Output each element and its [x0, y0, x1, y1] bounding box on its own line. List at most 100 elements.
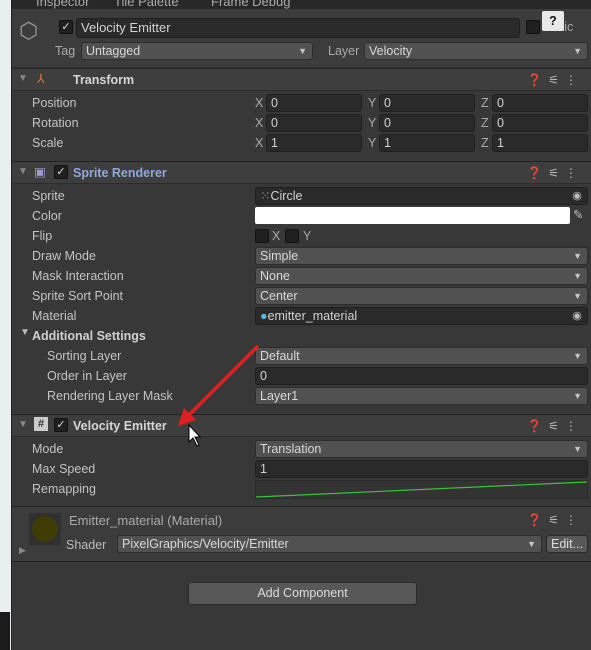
scale-y-input[interactable]: 1 [379, 134, 475, 152]
draw-mode-label: Draw Mode [32, 249, 96, 263]
add-component-button[interactable]: Add Component [188, 582, 417, 605]
shader-dropdown[interactable]: PixelGraphics/Velocity/Emitter ▼ [117, 535, 542, 553]
axis-label: Z [481, 96, 489, 110]
sprite-field[interactable]: ⁙Circle ◉ [255, 187, 588, 205]
scale-x-input[interactable]: 1 [266, 134, 362, 152]
shader-label: Shader [66, 538, 107, 552]
red-arrow-icon [184, 345, 259, 420]
layer-value: Velocity [369, 44, 413, 58]
tab-tile-palette[interactable]: Tile Palette [114, 0, 179, 9]
rotation-y-input[interactable]: 0 [379, 114, 475, 132]
rotation-x-input[interactable]: 0 [266, 114, 362, 132]
scale-z-input[interactable]: 1 [492, 134, 588, 152]
help-tooltip-icon: ? [542, 11, 564, 31]
sorting-layer-value: Default [260, 349, 300, 363]
chevron-down-icon: ▼ [527, 539, 536, 549]
component-menu-icons[interactable]: ❓⚟⋮ [527, 73, 583, 87]
axis-label: X [255, 96, 264, 110]
material-field[interactable]: ●emitter_material ◉ [255, 307, 588, 325]
mask-value: None [260, 269, 290, 283]
object-picker-icon[interactable]: ◉ [568, 308, 586, 324]
chevron-down-icon: ▼ [573, 271, 582, 281]
gameobject-cube-icon[interactable]: ⬡ [19, 18, 38, 44]
mask-interaction-dropdown[interactable]: None ▼ [255, 267, 588, 285]
material-label: Material [32, 309, 77, 323]
row-label: Rotation [32, 116, 79, 130]
additional-settings-foldout[interactable]: Additional Settings [32, 327, 146, 345]
shader-value: PixelGraphics/Velocity/Emitter [122, 537, 289, 551]
material-icon: ● [260, 309, 268, 323]
sprite-value: Circle [270, 189, 303, 203]
order-in-layer-input[interactable]: 0 [255, 367, 588, 385]
sprite-renderer-icon: ▣ [34, 165, 46, 179]
transform-header[interactable]: ▼ ⅄ Transform ❓⚟⋮ [12, 68, 591, 91]
static-checkbox[interactable] [526, 20, 540, 34]
component-menu-icons[interactable]: ❓⚟⋮ [527, 166, 583, 180]
layer-label: Layer [328, 44, 360, 58]
tab-bar: Inspector Tile Palette Frame Debug [12, 0, 591, 9]
rendering-layer-mask-dropdown[interactable]: Layer1 ▼ [255, 387, 588, 405]
mask-interaction-label: Mask Interaction [32, 269, 124, 283]
chevron-down-icon: ▼ [573, 291, 582, 301]
axis-label: Y [368, 96, 377, 110]
sorting-layer-dropdown[interactable]: Default ▼ [255, 347, 588, 365]
position-z-input[interactable]: 0 [492, 94, 588, 112]
active-checkbox[interactable]: ✓ [59, 20, 73, 34]
chevron-down-icon: ▼ [573, 251, 582, 261]
flip-y-checkbox[interactable] [285, 229, 299, 243]
foldout-arrow-icon[interactable]: ▶ [19, 545, 26, 556]
chevron-down-icon: ▼ [298, 46, 307, 56]
foldout-arrow-icon[interactable]: ▼ [18, 419, 28, 430]
position-x-input[interactable]: 0 [266, 94, 362, 112]
foldout-arrow-icon[interactable]: ▼ [18, 73, 28, 84]
axis-label: X [255, 116, 264, 130]
material-value: emitter_material [267, 309, 358, 323]
component-title: Transform [73, 73, 135, 87]
velocity-emitter-header[interactable]: ▼ # ✓ Velocity Emitter ❓⚟⋮ [12, 414, 591, 437]
material-title: Emitter_material (Material) [69, 513, 223, 528]
tab-inspector[interactable]: Inspector [36, 0, 89, 9]
flip-x-checkbox[interactable] [255, 229, 269, 243]
object-picker-icon[interactable]: ◉ [568, 188, 586, 204]
foldout-arrow-icon[interactable]: ▼ [18, 166, 28, 177]
position-y-input[interactable]: 0 [379, 94, 475, 112]
enabled-checkbox[interactable]: ✓ [54, 418, 68, 432]
remapping-curve-field[interactable] [255, 480, 588, 499]
enabled-checkbox[interactable]: ✓ [54, 165, 68, 179]
sprite-label: Sprite [32, 189, 65, 203]
mode-label: Mode [32, 442, 64, 456]
component-menu-icons[interactable]: ❓⚟⋮ [527, 419, 583, 433]
sort-point-dropdown[interactable]: Center ▼ [255, 287, 588, 305]
material-preview [29, 513, 61, 545]
sprite-renderer-header[interactable]: ▼ ▣ ✓ Sprite Renderer ❓⚟⋮ [12, 161, 591, 184]
axis-label: Y [368, 136, 377, 150]
layer-dropdown[interactable]: Velocity ▼ [364, 42, 588, 60]
order-in-layer-label: Order in Layer [47, 369, 127, 383]
row-label: Scale [32, 136, 64, 150]
chevron-down-icon: ▼ [573, 391, 582, 401]
draw-mode-dropdown[interactable]: Simple ▼ [255, 247, 588, 265]
draw-mode-value: Simple [260, 249, 299, 263]
eyedropper-icon[interactable]: ✎ [573, 207, 583, 222]
color-swatch[interactable] [255, 207, 570, 224]
sort-point-label: Sprite Sort Point [32, 289, 124, 303]
tab-frame-debug[interactable]: Frame Debug [211, 0, 290, 9]
tag-dropdown[interactable]: Untagged ▼ [81, 42, 313, 60]
component-menu-icons[interactable]: ❓⚟⋮ [527, 513, 583, 527]
flip-x-label: X [272, 229, 281, 243]
rendering-mask-value: Layer1 [260, 389, 299, 403]
sort-point-value: Center [260, 289, 298, 303]
script-icon: # [34, 417, 48, 431]
flip-label: Flip [32, 229, 53, 243]
component-title: Sprite Renderer [73, 166, 167, 180]
object-name-input[interactable]: Velocity Emitter [76, 18, 520, 38]
max-speed-label: Max Speed [32, 462, 96, 476]
rotation-z-input[interactable]: 0 [492, 114, 588, 132]
mode-dropdown[interactable]: Translation ▼ [255, 440, 588, 458]
tag-label: Tag [55, 44, 76, 58]
max-speed-input[interactable]: 1 [255, 460, 588, 478]
axis-label: X [255, 136, 264, 150]
edit-shader-button[interactable]: Edit... [546, 535, 588, 553]
chevron-down-icon: ▼ [573, 46, 582, 56]
foldout-arrow-icon[interactable]: ▼ [20, 327, 30, 338]
